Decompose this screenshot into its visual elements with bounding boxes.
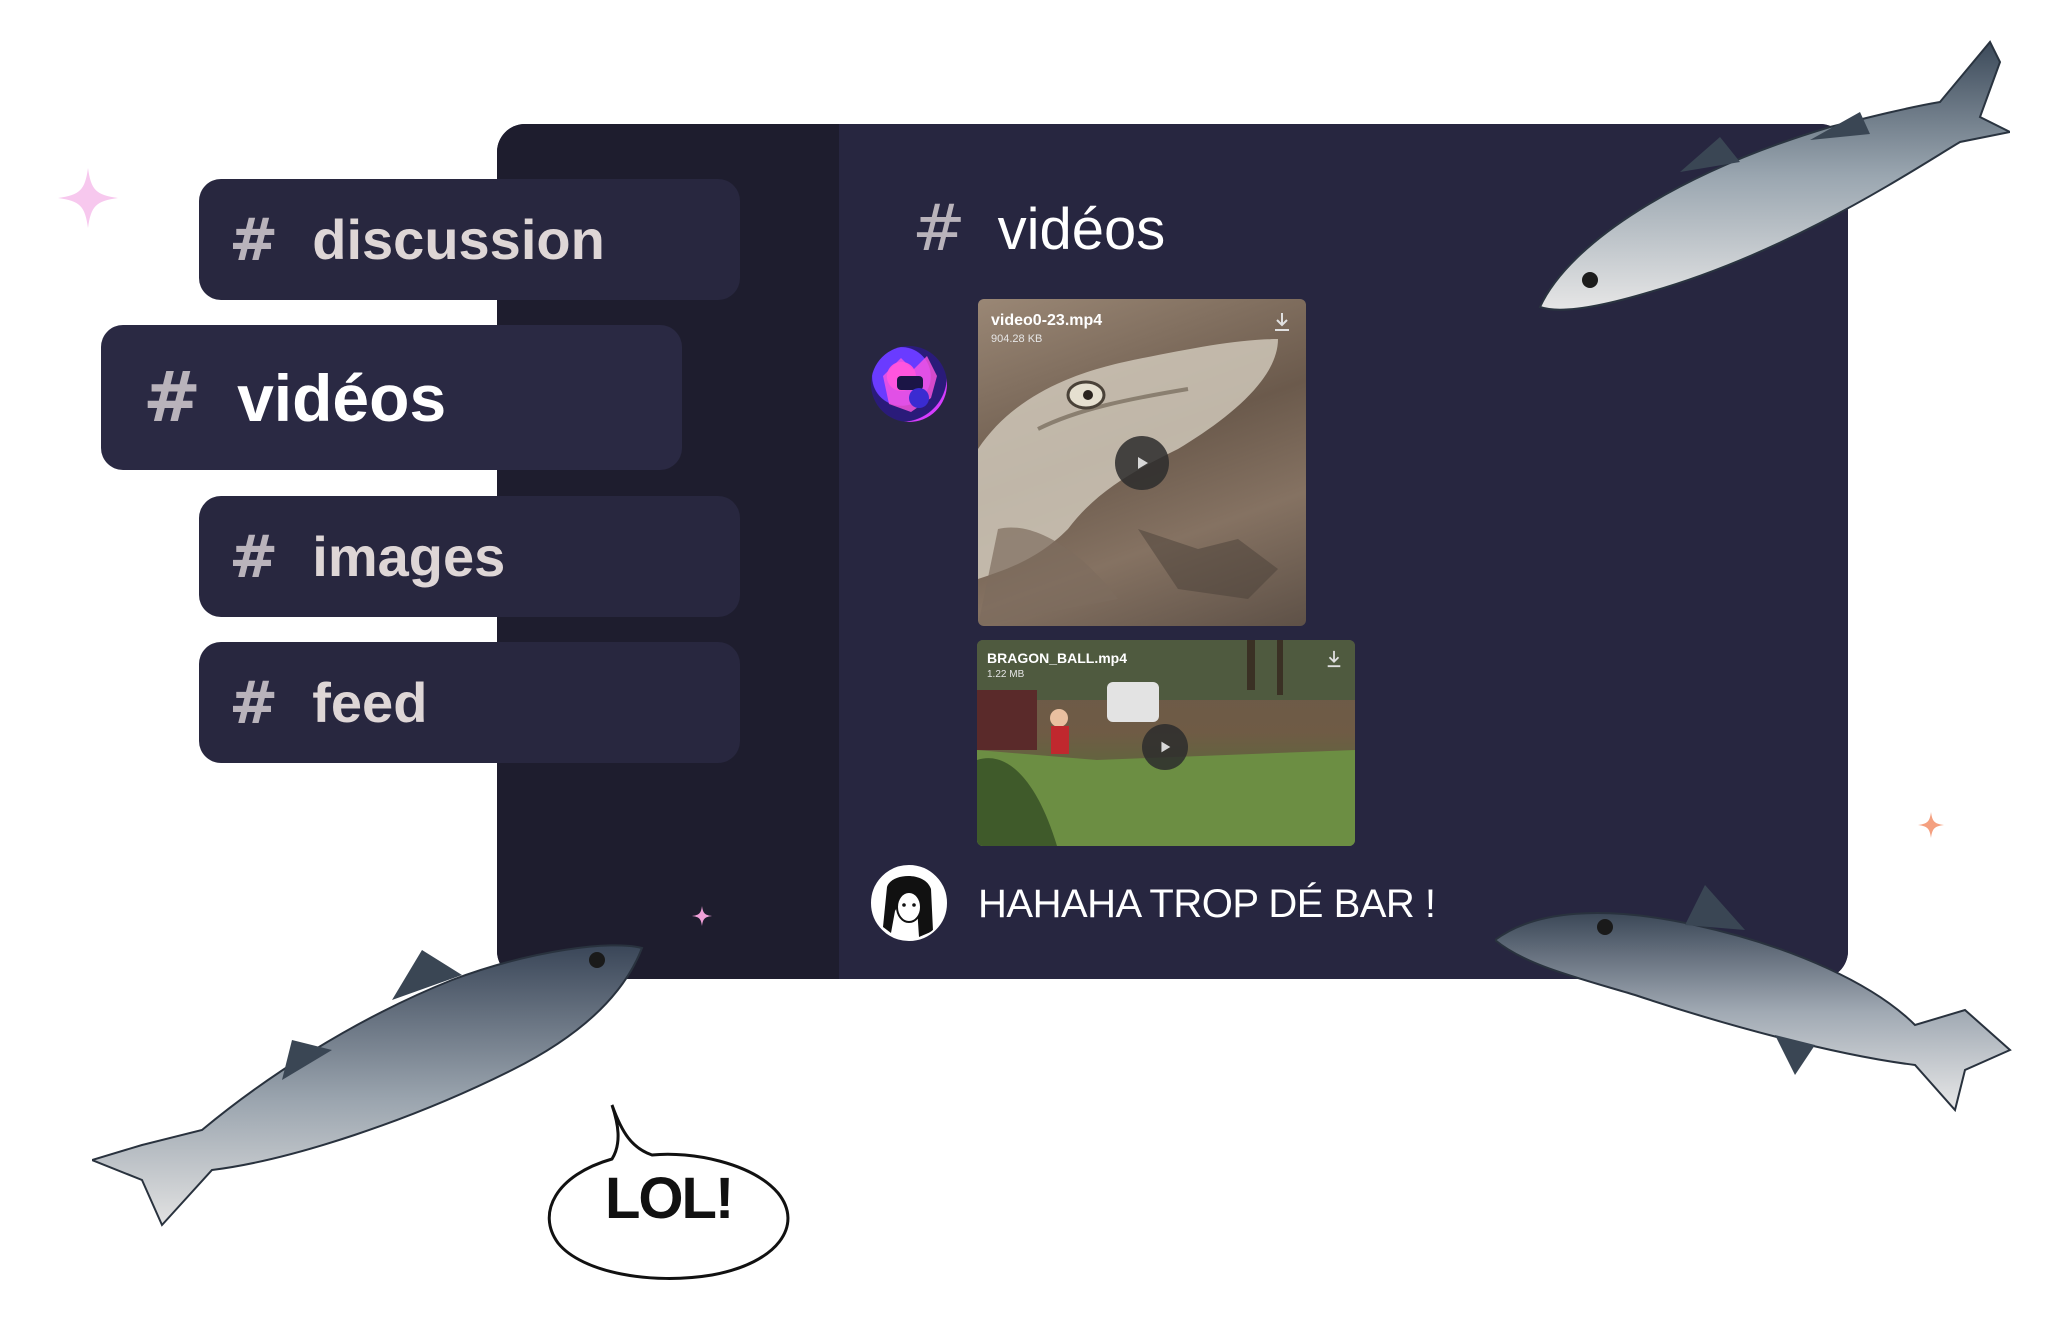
channel-label: feed bbox=[312, 671, 428, 734]
play-icon[interactable] bbox=[1142, 724, 1188, 770]
channel-item-feed[interactable]: # feed bbox=[199, 642, 740, 763]
video-attachment[interactable]: BRAGON_BALL.mp4 1.22 MB bbox=[977, 640, 1355, 846]
channel-title: # vidéos bbox=[912, 192, 1165, 266]
channel-label: vidéos bbox=[237, 360, 447, 435]
hash-icon: # bbox=[229, 205, 279, 274]
fish-decoration bbox=[1495, 885, 2012, 1113]
fish-decoration bbox=[1538, 40, 2010, 311]
speech-bubble-text: LOL! bbox=[605, 1166, 734, 1231]
hash-icon: # bbox=[143, 357, 202, 438]
download-icon[interactable] bbox=[1325, 649, 1343, 669]
channel-title-text: vidéos bbox=[997, 196, 1166, 262]
video-attachment[interactable]: video0-23.mp4 904.28 KB bbox=[978, 299, 1306, 626]
sparkle-icon bbox=[58, 168, 118, 228]
hash-icon: # bbox=[229, 522, 279, 591]
channel-item-discussion[interactable]: # discussion bbox=[199, 179, 740, 300]
video-filename: BRAGON_BALL.mp4 bbox=[987, 650, 1128, 666]
sparkle-icon bbox=[1918, 812, 1944, 838]
sparkle-icon bbox=[692, 906, 712, 926]
channel-item-videos[interactable]: # vidéos bbox=[101, 325, 682, 470]
video-filesize: 904.28 KB bbox=[991, 333, 1043, 345]
hash-icon: # bbox=[912, 192, 966, 266]
video-filesize: 1.22 MB bbox=[987, 669, 1025, 680]
channel-item-images[interactable]: # images bbox=[199, 496, 740, 617]
play-icon[interactable] bbox=[1115, 436, 1169, 490]
hash-icon: # bbox=[229, 668, 279, 737]
avatar[interactable] bbox=[871, 346, 947, 422]
channel-label: images bbox=[312, 525, 506, 588]
video-filename: video0-23.mp4 bbox=[991, 312, 1103, 329]
channel-label: discussion bbox=[312, 208, 605, 271]
avatar[interactable] bbox=[871, 865, 947, 941]
message-text: HAHAHA TROP DÉ BAR ! bbox=[978, 882, 1436, 926]
download-icon[interactable] bbox=[1272, 311, 1292, 333]
